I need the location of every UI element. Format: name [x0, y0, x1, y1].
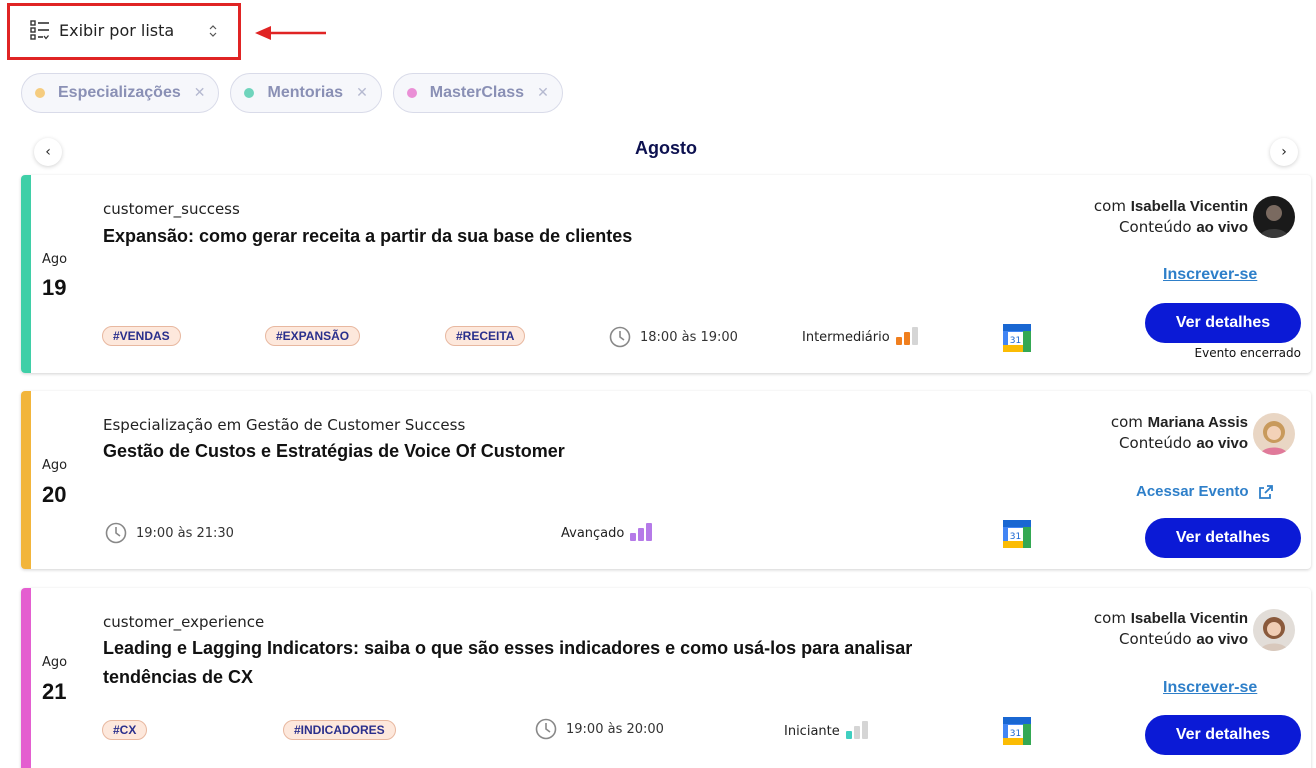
access-event-link[interactable]: Acessar Evento — [1136, 483, 1274, 500]
event-accent-bar — [21, 175, 31, 373]
event-host: com Isabella Vicentin Conteúdo ao vivo — [1094, 196, 1248, 238]
next-month-button[interactable]: › — [1270, 138, 1298, 166]
event-tag[interactable]: #CX — [102, 720, 148, 740]
event-month: Ago — [42, 655, 68, 670]
level-bars-icon — [895, 327, 920, 345]
event-level-text: Avançado — [561, 526, 625, 541]
filter-chip-especializacoes[interactable]: Especializações ✕ — [21, 73, 220, 113]
clock-icon — [535, 718, 557, 740]
event-host: com Mariana Assis Conteúdo ao vivo — [1111, 412, 1248, 454]
host-prefix: com — [1110, 413, 1143, 431]
filter-chips: Especializações ✕ Mentorias ✕ MasterClas… — [21, 73, 574, 113]
event-tag[interactable]: #RECEITA — [445, 326, 526, 346]
chip-label: Mentorias — [267, 84, 344, 101]
event-accent-bar — [21, 588, 31, 768]
event-category: customer_success — [103, 200, 240, 218]
event-card: Ago 20 Especialização em Gestão de Custo… — [21, 391, 1311, 569]
host-name: Isabella Vicentin — [1130, 610, 1248, 627]
content-prefix: Conteúdo — [1119, 630, 1192, 648]
filter-chip-masterclass[interactable]: MasterClass ✕ — [392, 73, 563, 113]
event-title[interactable]: Leading e Lagging Indicators: saiba o qu… — [103, 634, 983, 692]
calendar-day: 31 — [1010, 729, 1021, 739]
clock-icon — [105, 522, 127, 544]
event-level-text: Iniciante — [784, 724, 840, 739]
host-name: Mariana Assis — [1147, 414, 1248, 431]
avatar — [1253, 609, 1295, 651]
event-level: Intermediário — [802, 327, 920, 345]
event-level: Avançado — [561, 523, 654, 541]
external-link-icon — [1258, 484, 1273, 499]
event-tag[interactable]: #EXPANSÃO — [265, 326, 361, 346]
event-title[interactable]: Gestão de Custos e Estratégias de Voice … — [103, 437, 983, 466]
category-dot — [35, 88, 45, 98]
category-dot — [244, 88, 255, 98]
host-prefix: com — [1093, 609, 1126, 627]
view-details-button[interactable]: Ver detalhes — [1145, 303, 1301, 343]
google-calendar-icon[interactable]: 31 — [1003, 324, 1031, 352]
close-icon[interactable]: ✕ — [537, 85, 549, 101]
view-mode-label: Exibir por lista — [59, 20, 175, 40]
chip-label: Especializações — [58, 84, 181, 101]
event-day: 21 — [42, 679, 67, 704]
level-bars-icon — [845, 721, 870, 739]
event-time: 19:00 às 20:00 — [535, 718, 664, 740]
event-time-text: 19:00 às 20:00 — [566, 721, 664, 737]
host-name: Isabella Vicentin — [1130, 198, 1248, 215]
event-accent-bar — [21, 391, 31, 569]
event-time-text: 18:00 às 19:00 — [640, 329, 738, 345]
annotation-arrow-icon — [255, 26, 326, 40]
event-time: 19:00 às 21:30 — [105, 522, 234, 544]
chip-label: MasterClass — [429, 84, 525, 101]
event-month: Ago — [42, 252, 68, 267]
avatar — [1253, 196, 1295, 238]
google-calendar-icon[interactable]: 31 — [1003, 717, 1031, 745]
view-details-button[interactable]: Ver detalhes — [1145, 518, 1301, 558]
chevron-right-icon: › — [1281, 144, 1287, 160]
level-bars-icon — [630, 523, 654, 541]
event-status: Evento encerrado — [1194, 346, 1301, 360]
close-icon[interactable]: ✕ — [194, 85, 206, 101]
month-title: Agosto — [635, 138, 697, 158]
event-category: customer_experience — [103, 613, 265, 631]
subscribe-link[interactable]: Inscrever-se — [1163, 679, 1257, 697]
event-title[interactable]: Expansão: como gerar receita a partir da… — [103, 222, 983, 251]
filter-chip-mentorias[interactable]: Mentorias ✕ — [230, 73, 382, 113]
event-level: Iniciante — [784, 721, 870, 739]
event-card: Ago 19 customer_success Expansão: como g… — [21, 175, 1311, 373]
event-level-text: Intermediário — [802, 330, 890, 345]
host-prefix: com — [1093, 197, 1126, 215]
subscribe-link[interactable]: Inscrever-se — [1163, 266, 1257, 284]
event-month: Ago — [42, 458, 68, 473]
avatar — [1253, 413, 1295, 455]
event-time-text: 19:00 às 21:30 — [136, 525, 234, 541]
content-type: ao vivo — [1196, 435, 1248, 452]
content-type: ao vivo — [1196, 631, 1248, 648]
close-icon[interactable]: ✕ — [356, 85, 368, 101]
access-event-label: Acessar Evento — [1136, 483, 1249, 500]
event-category: Especialização em Gestão de Customer Suc… — [103, 416, 466, 434]
clock-icon — [609, 326, 631, 348]
event-day: 19 — [42, 275, 67, 300]
event-host: com Isabella Vicentin Conteúdo ao vivo — [1094, 608, 1248, 650]
event-card: Ago 21 customer_experience Leading e Lag… — [21, 588, 1311, 768]
content-type: ao vivo — [1196, 219, 1248, 236]
event-tag[interactable]: #INDICADORES — [283, 720, 396, 740]
content-prefix: Conteúdo — [1119, 434, 1192, 452]
list-view-icon — [30, 20, 49, 40]
event-time: 18:00 às 19:00 — [609, 326, 738, 348]
google-calendar-icon[interactable]: 31 — [1003, 520, 1031, 548]
calendar-day: 31 — [1010, 532, 1021, 542]
content-prefix: Conteúdo — [1119, 218, 1192, 236]
event-day: 20 — [42, 482, 67, 507]
category-dot — [406, 88, 417, 98]
chevron-updown-icon[interactable] — [208, 22, 218, 40]
event-tag[interactable]: #VENDAS — [102, 326, 181, 346]
calendar-day: 31 — [1010, 336, 1021, 346]
view-details-button[interactable]: Ver detalhes — [1145, 715, 1301, 755]
view-mode-select[interactable]: Exibir por lista — [30, 19, 174, 41]
